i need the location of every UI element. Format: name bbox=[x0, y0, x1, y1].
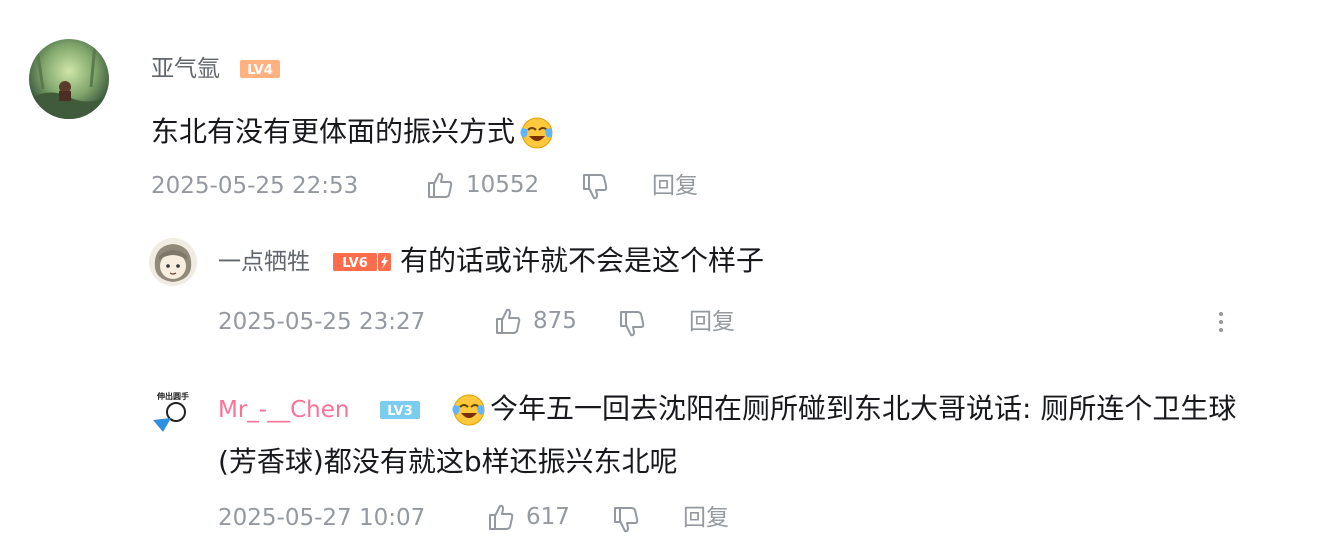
comment-body: 东北有没有更体面的振兴方式 bbox=[151, 115, 516, 148]
avatar[interactable] bbox=[29, 39, 109, 119]
more-options-icon[interactable] bbox=[1215, 308, 1227, 338]
dislike-icon[interactable] bbox=[617, 309, 647, 339]
like-icon[interactable] bbox=[486, 502, 516, 532]
like-count: 875 bbox=[533, 308, 577, 334]
dislike-icon[interactable] bbox=[580, 172, 610, 202]
username[interactable]: 亚气氩 bbox=[151, 55, 220, 83]
svg-text:LV6: LV6 bbox=[342, 256, 368, 271]
svg-text:LV3: LV3 bbox=[387, 404, 413, 419]
like-count: 617 bbox=[526, 504, 570, 530]
level-badge: LV6 bbox=[333, 253, 391, 271]
crying-laughing-emoji-icon bbox=[450, 393, 488, 427]
reply-time: 2025-05-27 10:07 bbox=[218, 505, 426, 531]
like-count: 10552 bbox=[466, 172, 540, 198]
reply-text: 有的话或许就不会是这个样子 bbox=[400, 244, 765, 277]
crying-laughing-emoji-icon bbox=[517, 116, 555, 150]
comment-time: 2025-05-25 22:53 bbox=[151, 173, 359, 199]
level-badge: LV4 bbox=[240, 60, 280, 78]
svg-text:伸出圆手: 伸出圆手 bbox=[156, 391, 189, 401]
reply-button[interactable]: 回复 bbox=[683, 504, 729, 532]
level-badge: LV3 bbox=[380, 401, 420, 419]
username[interactable]: Mr_-__Chen bbox=[218, 396, 349, 424]
svg-text:LV4: LV4 bbox=[247, 63, 273, 78]
reply-text-line2: (芳香球)都没有就这b样还振兴东北呢 bbox=[218, 445, 678, 478]
dislike-icon[interactable] bbox=[611, 505, 641, 535]
comment-text: 东北有没有更体面的振兴方式 bbox=[151, 106, 557, 158]
like-icon[interactable] bbox=[425, 170, 455, 200]
reply-button[interactable]: 回复 bbox=[689, 308, 735, 336]
reply-text: 今年五一回去沈阳在厕所碰到东北大哥说话: 厕所连个卫生球 bbox=[448, 383, 1236, 435]
like-icon[interactable] bbox=[493, 306, 523, 336]
avatar[interactable]: 伸出圆手 bbox=[149, 386, 197, 434]
reply-body-line1: 今年五一回去沈阳在厕所碰到东北大哥说话: 厕所连个卫生球 bbox=[490, 392, 1237, 425]
avatar[interactable] bbox=[149, 238, 197, 286]
username[interactable]: 一点牺牲 bbox=[218, 248, 310, 276]
reply-button[interactable]: 回复 bbox=[652, 172, 698, 200]
reply-time: 2025-05-25 23:27 bbox=[218, 309, 426, 335]
